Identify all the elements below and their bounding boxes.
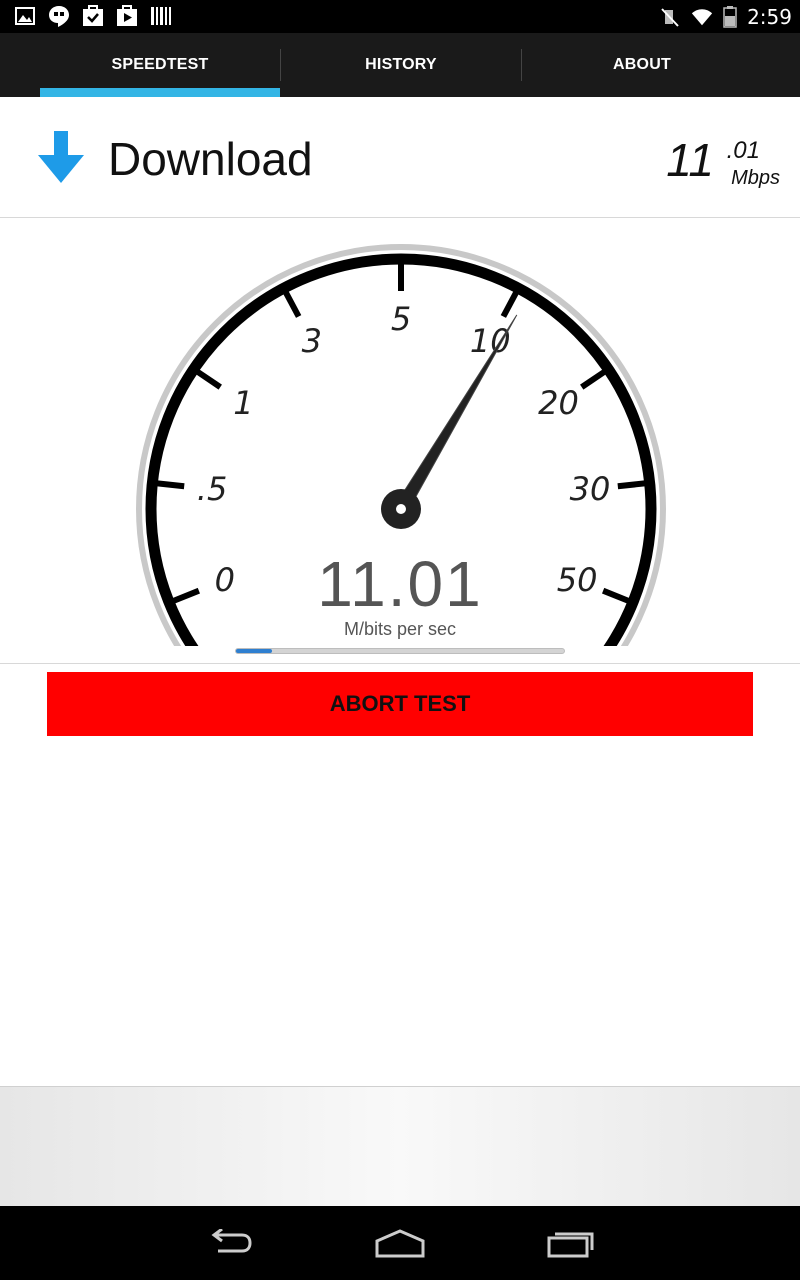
recents-icon xyxy=(547,1232,594,1258)
active-tab-indicator xyxy=(40,88,280,97)
download-arrow-icon xyxy=(38,131,84,183)
tab-about[interactable]: ABOUT xyxy=(522,33,762,97)
gauge-tick xyxy=(500,290,520,318)
gallery-icon xyxy=(15,7,35,25)
gauge-tick xyxy=(195,368,222,390)
speed-reading: 11.01 xyxy=(317,548,483,620)
gauge-scale-label: .5 xyxy=(197,470,228,508)
mute-icon xyxy=(661,8,679,27)
abort-test-button[interactable]: ABORT TEST xyxy=(47,672,753,736)
download-speed-unit: Mbps xyxy=(731,167,780,189)
gauge-scale-label: 1 xyxy=(233,384,253,422)
hangouts-icon xyxy=(49,6,69,27)
home-button[interactable] xyxy=(370,1224,430,1264)
system-icons: 2:59 xyxy=(659,3,792,31)
gauge-scale-label: 20 xyxy=(538,384,579,422)
navigation-bar xyxy=(0,1206,800,1280)
status-time: 2:59 xyxy=(747,5,792,29)
barcode-icon xyxy=(151,7,171,25)
download-header: Download 11 .01 Mbps xyxy=(0,97,800,218)
download-title: Download xyxy=(108,133,313,185)
recents-button[interactable] xyxy=(542,1224,602,1264)
gauge-needle xyxy=(394,314,518,514)
status-bar: 2:59 xyxy=(0,0,800,33)
notification-icons xyxy=(14,5,172,27)
gauge-scale-label: 5 xyxy=(391,300,411,338)
gauge-scale-label: 10 xyxy=(470,322,511,360)
gauge-scale-label: 30 xyxy=(570,470,611,508)
tasks-icon xyxy=(83,5,103,26)
back-button[interactable] xyxy=(200,1224,260,1264)
speed-unit-label: M/bits per sec xyxy=(343,619,457,639)
gauge-tick xyxy=(580,368,607,390)
gauge-hub-center xyxy=(396,504,406,514)
test-progress-fill xyxy=(236,649,273,653)
wifi-icon xyxy=(691,9,713,26)
home-icon xyxy=(375,1229,425,1258)
gauge-tick xyxy=(617,480,646,490)
battery-icon xyxy=(723,6,737,28)
gauge-tick xyxy=(282,290,302,318)
gauge-tick xyxy=(156,480,185,490)
download-speed-decimal: .01 xyxy=(726,137,760,164)
back-icon xyxy=(211,1229,252,1253)
speed-gauge: 0.5 1 3 5 10 20 30 50 11.01 M/bits per sec xyxy=(0,219,800,664)
gauge-scale-label: 3 xyxy=(302,322,322,360)
ad-banner[interactable] xyxy=(0,1086,800,1206)
download-speed-integer: 11 xyxy=(666,134,714,186)
tab-history[interactable]: HISTORY xyxy=(281,33,521,97)
play-store-icon xyxy=(117,5,137,26)
test-progress-bar xyxy=(235,648,565,654)
